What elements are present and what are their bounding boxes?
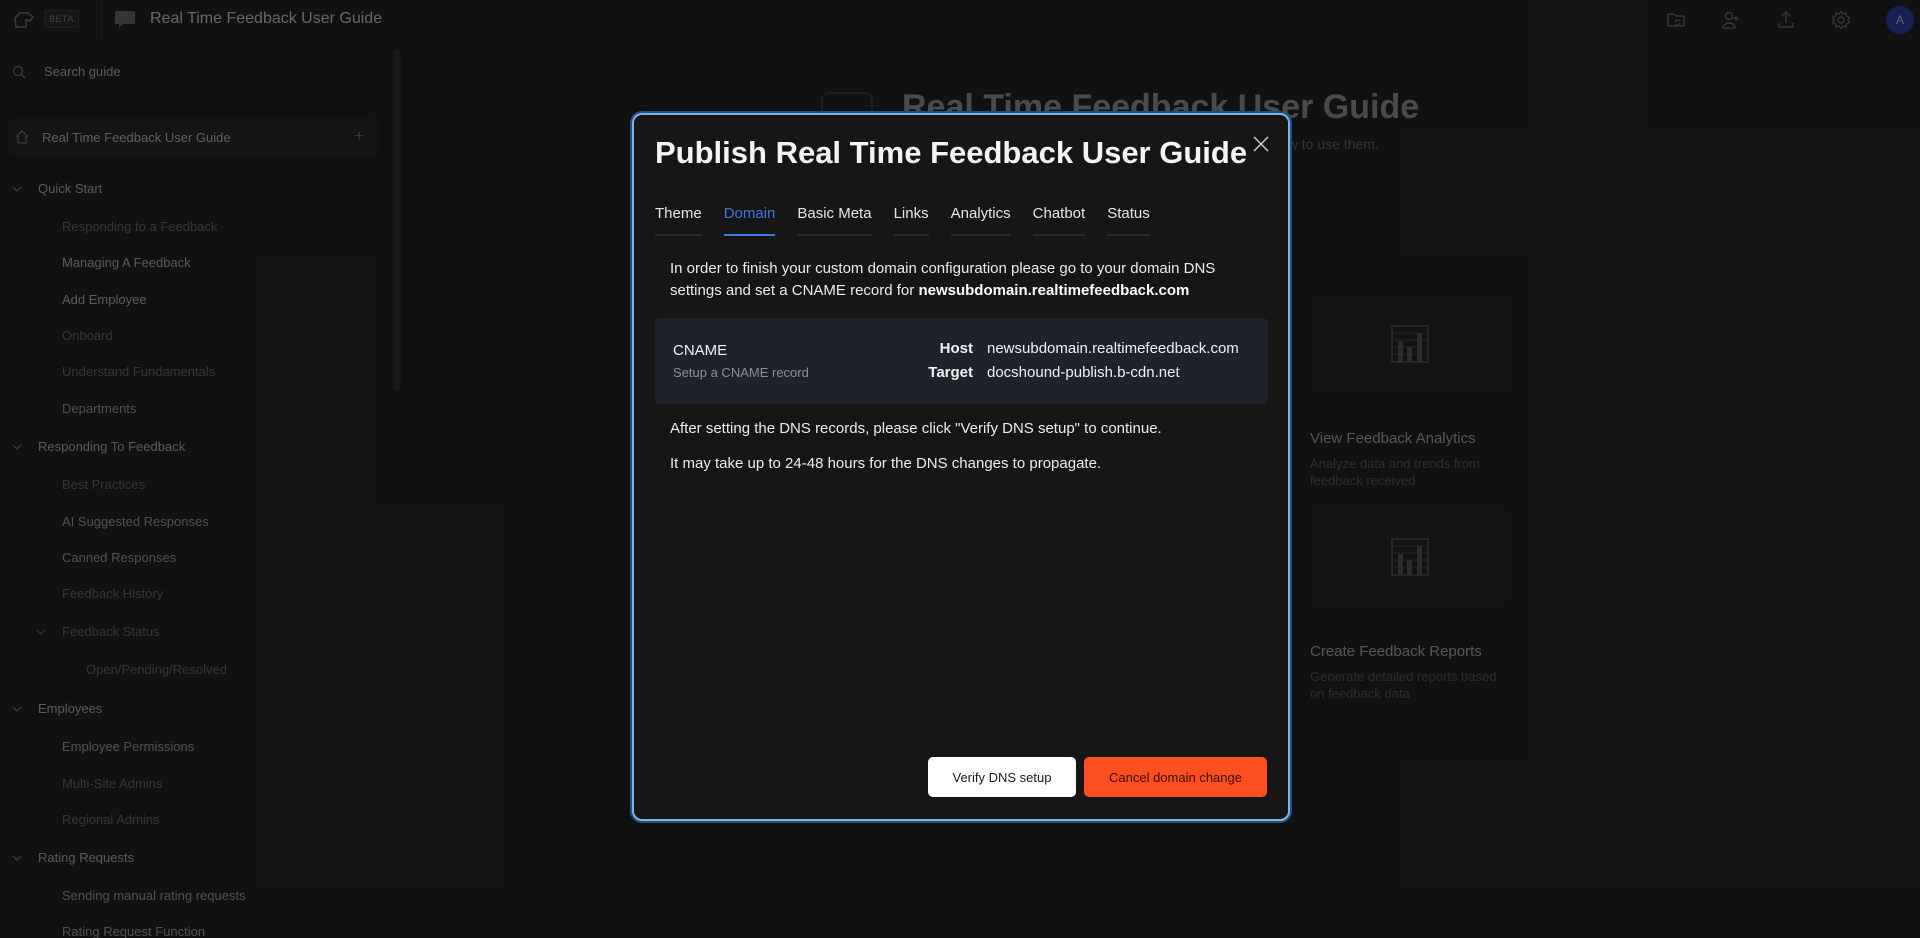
record-hint: Setup a CNAME record <box>673 365 809 380</box>
tab-chatbot[interactable]: Chatbot <box>1032 205 1086 236</box>
tab-domain[interactable]: Domain <box>723 205 776 236</box>
host-label: Host <box>939 340 973 357</box>
modal-title: Publish Real Time Feedback User Guide <box>655 135 1248 170</box>
app-window: BETA Real Time Feedback User Guide <box>0 0 1920 938</box>
custom-domain-name: newsubdomain.realtimefeedback.com <box>918 282 1190 299</box>
tab-links[interactable]: Links <box>893 205 929 236</box>
dns-instructions: In order to finish your custom domain co… <box>670 258 1260 302</box>
modal-tabs: Theme Domain Basic Meta Links Analytics … <box>655 205 1172 236</box>
target-row: Target docshound-publish.b-cdn.net <box>913 364 1250 381</box>
record-type: CNAME <box>673 342 728 359</box>
propagation-note: It may take up to 24-48 hours for the DN… <box>670 455 1102 472</box>
target-label: Target <box>928 364 973 381</box>
target-value[interactable]: docshound-publish.b-cdn.net <box>987 364 1250 381</box>
tab-theme[interactable]: Theme <box>655 205 702 236</box>
host-value[interactable]: newsubdomain.realtimefeedback.com <box>987 340 1250 357</box>
tab-basic-meta[interactable]: Basic Meta <box>797 205 872 236</box>
publish-modal: Publish Real Time Feedback User Guide Th… <box>632 113 1290 821</box>
close-icon[interactable] <box>1252 135 1270 153</box>
tab-analytics[interactable]: Analytics <box>950 205 1011 236</box>
verify-dns-button[interactable]: Verify DNS setup <box>928 757 1076 797</box>
dns-record-box: CNAME Setup a CNAME record Host newsubdo… <box>655 318 1268 404</box>
cancel-domain-change-button[interactable]: Cancel domain change <box>1084 757 1267 797</box>
host-row: Host newsubdomain.realtimefeedback.com <box>913 340 1250 357</box>
tab-status[interactable]: Status <box>1107 205 1150 236</box>
verify-instruction: After setting the DNS records, please cl… <box>670 420 1162 437</box>
